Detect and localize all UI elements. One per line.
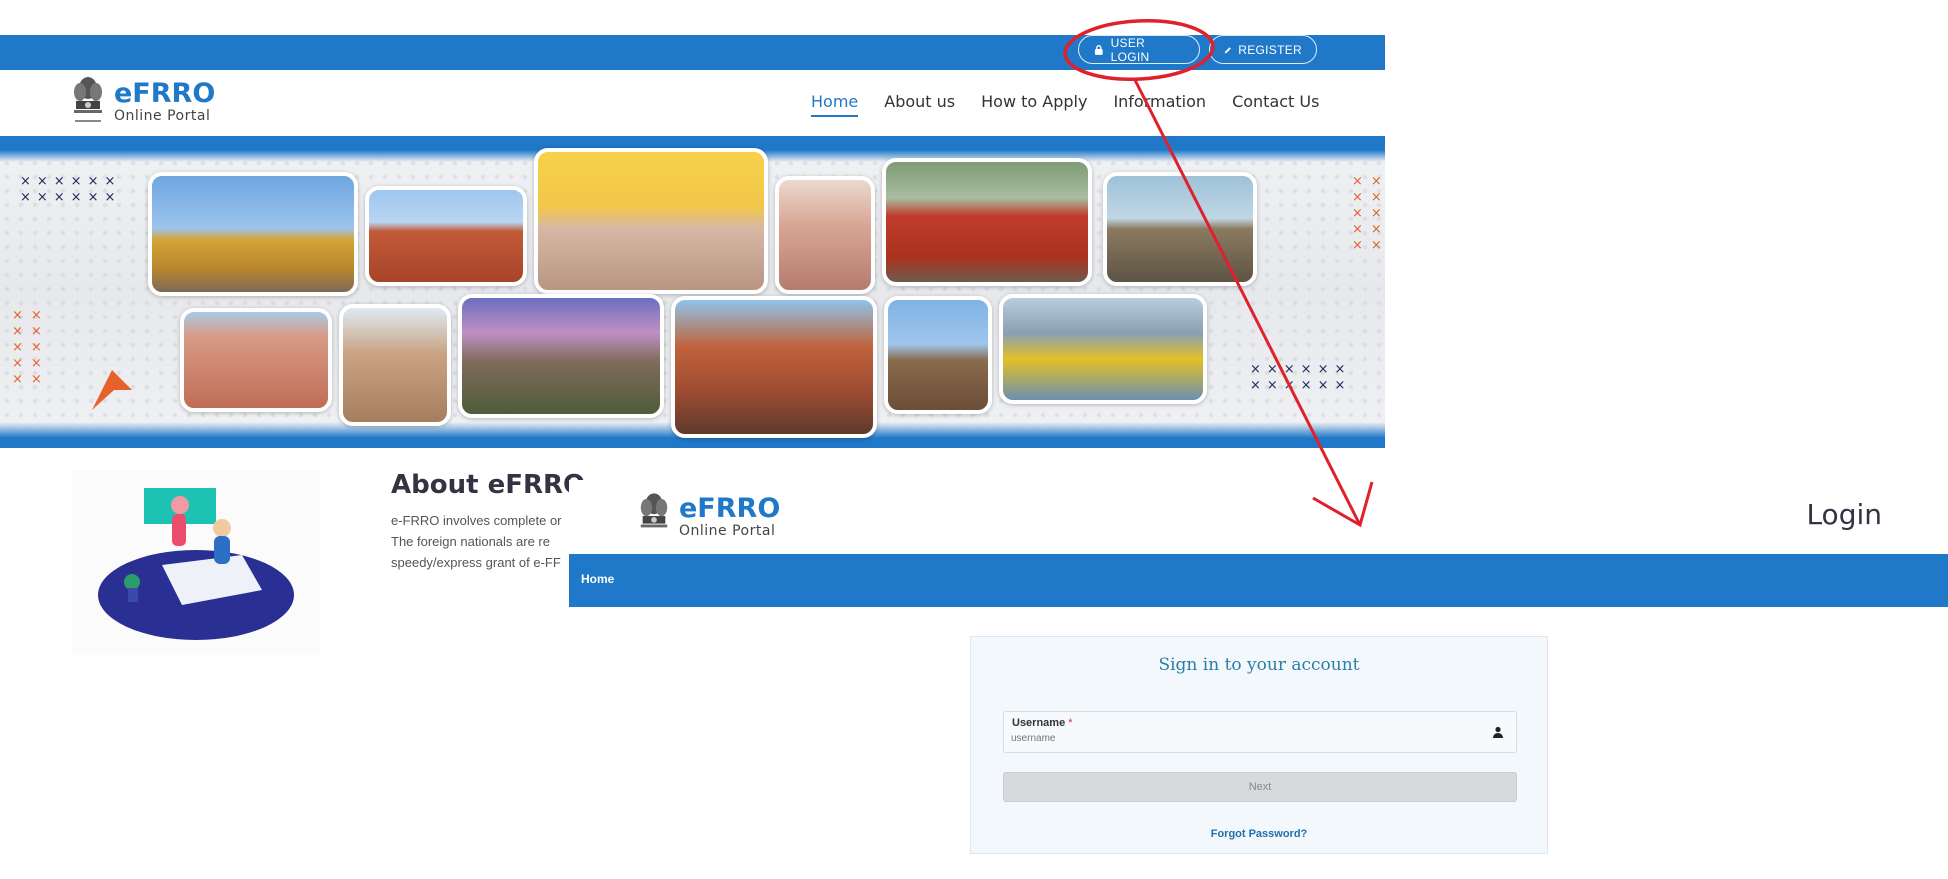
lock-icon: [1094, 44, 1103, 55]
x-pattern-decoration: ×× ×× ×× ×× ××: [1352, 174, 1385, 253]
sign-in-title: Sign in to your account: [1158, 655, 1360, 675]
x-pattern-decoration: ×××××× ××××××: [1250, 362, 1352, 393]
pencil-icon: [1224, 46, 1231, 53]
logo-subtitle: Online Portal: [114, 108, 211, 124]
page-title: Login: [1806, 498, 1882, 531]
about-text-line: speedy/express grant of e-FF: [391, 555, 561, 570]
photo-gateway-of-india: [1103, 172, 1257, 286]
nav-item-information[interactable]: Information: [1113, 92, 1206, 117]
username-input[interactable]: [1011, 733, 1481, 744]
efrro-logo[interactable]: eFRRO Online Portal: [637, 490, 780, 544]
nav-menu: Home About us How to Apply Information C…: [811, 92, 1319, 117]
photo-meenakshi-temple: [671, 296, 877, 438]
photo-akshardham: [775, 176, 875, 294]
orange-arrow-decoration: [92, 370, 132, 410]
next-button[interactable]: Next: [1003, 772, 1517, 802]
about-title: About eFRRO: [391, 470, 586, 500]
username-field[interactable]: Username *: [1003, 711, 1517, 753]
username-label: Username *: [1012, 717, 1073, 729]
register-label: REGISTER: [1238, 42, 1302, 57]
user-login-button[interactable]: USER LOGIN: [1078, 35, 1200, 64]
nav-item-about[interactable]: About us: [884, 92, 955, 117]
sign-in-card: Sign in to your account Username * Next …: [970, 636, 1548, 854]
user-icon: [1493, 726, 1503, 738]
logo-subtitle: Online Portal: [679, 523, 776, 539]
forgot-password-link[interactable]: Forgot Password?: [971, 828, 1547, 840]
photo-india-gate: [339, 304, 451, 426]
login-page-screenshot: eFRRO Online Portal Login Home Sign in t…: [569, 480, 1948, 879]
nav-item-contact[interactable]: Contact Us: [1232, 92, 1319, 117]
register-button[interactable]: REGISTER: [1209, 35, 1317, 64]
national-emblem-icon: [640, 493, 668, 528]
breadcrumb: Home: [569, 554, 1948, 607]
photo-hawa-mahal: [180, 308, 332, 412]
main-navbar: eFRRO Online Portal Home About us How to…: [0, 70, 1385, 136]
photo-dal-lake-shikara: [999, 294, 1207, 404]
national-emblem-icon: [74, 77, 102, 122]
about-text-line: e-FRRO involves complete or: [391, 513, 562, 528]
user-login-label: USER LOGIN: [1110, 35, 1150, 64]
x-pattern-decoration: ×× ×× ×× ×× ××: [12, 308, 50, 387]
photo-statue-of-unity: [884, 296, 992, 414]
nav-item-how-to-apply[interactable]: How to Apply: [981, 92, 1087, 117]
required-mark: *: [1068, 717, 1073, 729]
photo-konark-temple: [458, 294, 664, 418]
x-pattern-decoration: ×××××× ××××××: [20, 174, 122, 205]
photo-badrinath: [882, 158, 1092, 286]
breadcrumb-home[interactable]: Home: [581, 572, 614, 586]
about-text-line: The foreign nationals are re: [391, 534, 550, 549]
logo-title: eFRRO: [114, 78, 216, 109]
efrro-logo[interactable]: eFRRO Online Portal: [70, 74, 215, 130]
photo-red-fort: [365, 186, 527, 286]
about-illustration: [72, 470, 320, 655]
photo-ram-mandir: [534, 148, 768, 294]
photo-golden-temple: [148, 172, 358, 296]
logo-title: eFRRO: [679, 493, 781, 524]
nav-item-home[interactable]: Home: [811, 92, 859, 117]
about-text: e-FRRO involves complete or The foreign …: [391, 510, 571, 573]
hero-banner: ×××××× ×××××× ×× ×× ×× ×× ×× ×× ×× ×× ×× ×× ×××××…: [0, 136, 1385, 448]
